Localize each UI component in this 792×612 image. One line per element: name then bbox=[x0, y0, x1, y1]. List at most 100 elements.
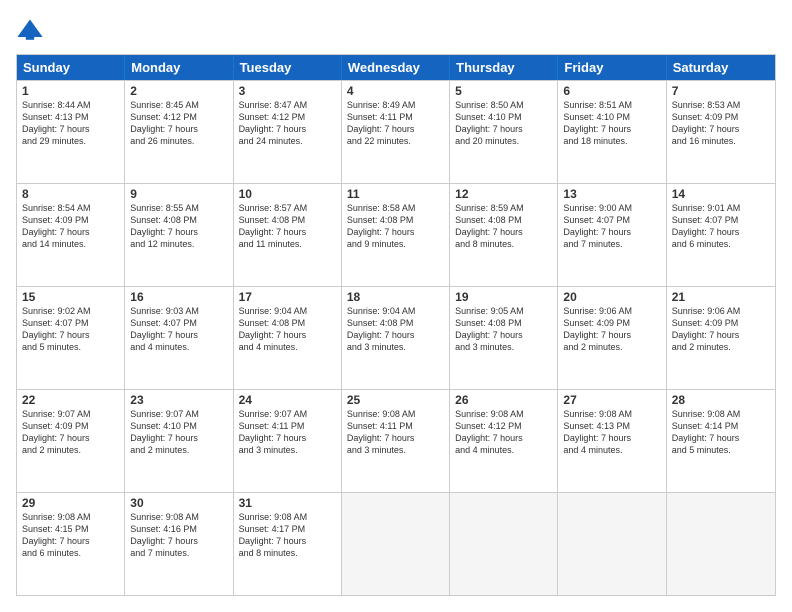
day-number: 2 bbox=[130, 84, 227, 98]
header bbox=[16, 16, 776, 44]
day-number: 31 bbox=[239, 496, 336, 510]
day-number: 12 bbox=[455, 187, 552, 201]
cal-cell: 27Sunrise: 9:08 AM Sunset: 4:13 PM Dayli… bbox=[558, 390, 666, 492]
cal-cell: 8Sunrise: 8:54 AM Sunset: 4:09 PM Daylig… bbox=[17, 184, 125, 286]
day-number: 24 bbox=[239, 393, 336, 407]
cell-info: Sunrise: 9:02 AM Sunset: 4:07 PM Dayligh… bbox=[22, 305, 119, 354]
logo-icon bbox=[16, 16, 44, 44]
cal-cell: 2Sunrise: 8:45 AM Sunset: 4:12 PM Daylig… bbox=[125, 81, 233, 183]
calendar: SundayMondayTuesdayWednesdayThursdayFrid… bbox=[16, 54, 776, 596]
cal-cell: 21Sunrise: 9:06 AM Sunset: 4:09 PM Dayli… bbox=[667, 287, 775, 389]
day-header-wednesday: Wednesday bbox=[342, 55, 450, 80]
day-number: 9 bbox=[130, 187, 227, 201]
cal-cell: 16Sunrise: 9:03 AM Sunset: 4:07 PM Dayli… bbox=[125, 287, 233, 389]
day-number: 21 bbox=[672, 290, 770, 304]
cell-info: Sunrise: 9:08 AM Sunset: 4:12 PM Dayligh… bbox=[455, 408, 552, 457]
cell-info: Sunrise: 8:53 AM Sunset: 4:09 PM Dayligh… bbox=[672, 99, 770, 148]
cal-cell: 11Sunrise: 8:58 AM Sunset: 4:08 PM Dayli… bbox=[342, 184, 450, 286]
cell-info: Sunrise: 9:08 AM Sunset: 4:16 PM Dayligh… bbox=[130, 511, 227, 560]
cell-info: Sunrise: 9:00 AM Sunset: 4:07 PM Dayligh… bbox=[563, 202, 660, 251]
cell-info: Sunrise: 9:04 AM Sunset: 4:08 PM Dayligh… bbox=[347, 305, 444, 354]
day-number: 23 bbox=[130, 393, 227, 407]
cal-cell: 10Sunrise: 8:57 AM Sunset: 4:08 PM Dayli… bbox=[234, 184, 342, 286]
cal-cell bbox=[667, 493, 775, 595]
cell-info: Sunrise: 9:06 AM Sunset: 4:09 PM Dayligh… bbox=[672, 305, 770, 354]
day-number: 6 bbox=[563, 84, 660, 98]
cal-cell: 17Sunrise: 9:04 AM Sunset: 4:08 PM Dayli… bbox=[234, 287, 342, 389]
calendar-header: SundayMondayTuesdayWednesdayThursdayFrid… bbox=[17, 55, 775, 80]
cell-info: Sunrise: 9:08 AM Sunset: 4:11 PM Dayligh… bbox=[347, 408, 444, 457]
cal-cell: 12Sunrise: 8:59 AM Sunset: 4:08 PM Dayli… bbox=[450, 184, 558, 286]
day-number: 3 bbox=[239, 84, 336, 98]
day-header-thursday: Thursday bbox=[450, 55, 558, 80]
day-number: 1 bbox=[22, 84, 119, 98]
cell-info: Sunrise: 9:08 AM Sunset: 4:15 PM Dayligh… bbox=[22, 511, 119, 560]
day-number: 27 bbox=[563, 393, 660, 407]
day-number: 18 bbox=[347, 290, 444, 304]
cal-cell: 28Sunrise: 9:08 AM Sunset: 4:14 PM Dayli… bbox=[667, 390, 775, 492]
cal-cell bbox=[450, 493, 558, 595]
day-number: 17 bbox=[239, 290, 336, 304]
cell-info: Sunrise: 8:50 AM Sunset: 4:10 PM Dayligh… bbox=[455, 99, 552, 148]
cal-cell: 24Sunrise: 9:07 AM Sunset: 4:11 PM Dayli… bbox=[234, 390, 342, 492]
week-row-3: 15Sunrise: 9:02 AM Sunset: 4:07 PM Dayli… bbox=[17, 286, 775, 389]
day-number: 10 bbox=[239, 187, 336, 201]
day-number: 25 bbox=[347, 393, 444, 407]
week-row-5: 29Sunrise: 9:08 AM Sunset: 4:15 PM Dayli… bbox=[17, 492, 775, 595]
cal-cell: 14Sunrise: 9:01 AM Sunset: 4:07 PM Dayli… bbox=[667, 184, 775, 286]
page: SundayMondayTuesdayWednesdayThursdayFrid… bbox=[0, 0, 792, 612]
cell-info: Sunrise: 8:58 AM Sunset: 4:08 PM Dayligh… bbox=[347, 202, 444, 251]
cal-cell bbox=[342, 493, 450, 595]
day-number: 26 bbox=[455, 393, 552, 407]
cal-cell: 23Sunrise: 9:07 AM Sunset: 4:10 PM Dayli… bbox=[125, 390, 233, 492]
cell-info: Sunrise: 9:04 AM Sunset: 4:08 PM Dayligh… bbox=[239, 305, 336, 354]
day-number: 22 bbox=[22, 393, 119, 407]
cal-cell: 3Sunrise: 8:47 AM Sunset: 4:12 PM Daylig… bbox=[234, 81, 342, 183]
cell-info: Sunrise: 8:57 AM Sunset: 4:08 PM Dayligh… bbox=[239, 202, 336, 251]
logo bbox=[16, 16, 48, 44]
cell-info: Sunrise: 8:45 AM Sunset: 4:12 PM Dayligh… bbox=[130, 99, 227, 148]
day-number: 5 bbox=[455, 84, 552, 98]
cell-info: Sunrise: 8:47 AM Sunset: 4:12 PM Dayligh… bbox=[239, 99, 336, 148]
cal-cell: 30Sunrise: 9:08 AM Sunset: 4:16 PM Dayli… bbox=[125, 493, 233, 595]
day-number: 30 bbox=[130, 496, 227, 510]
cell-info: Sunrise: 9:08 AM Sunset: 4:17 PM Dayligh… bbox=[239, 511, 336, 560]
cal-cell: 13Sunrise: 9:00 AM Sunset: 4:07 PM Dayli… bbox=[558, 184, 666, 286]
cell-info: Sunrise: 9:07 AM Sunset: 4:09 PM Dayligh… bbox=[22, 408, 119, 457]
cal-cell: 29Sunrise: 9:08 AM Sunset: 4:15 PM Dayli… bbox=[17, 493, 125, 595]
day-number: 8 bbox=[22, 187, 119, 201]
day-number: 16 bbox=[130, 290, 227, 304]
cell-info: Sunrise: 9:08 AM Sunset: 4:13 PM Dayligh… bbox=[563, 408, 660, 457]
cal-cell: 26Sunrise: 9:08 AM Sunset: 4:12 PM Dayli… bbox=[450, 390, 558, 492]
week-row-1: 1Sunrise: 8:44 AM Sunset: 4:13 PM Daylig… bbox=[17, 80, 775, 183]
day-number: 13 bbox=[563, 187, 660, 201]
cell-info: Sunrise: 8:54 AM Sunset: 4:09 PM Dayligh… bbox=[22, 202, 119, 251]
cal-cell: 15Sunrise: 9:02 AM Sunset: 4:07 PM Dayli… bbox=[17, 287, 125, 389]
day-header-monday: Monday bbox=[125, 55, 233, 80]
day-number: 29 bbox=[22, 496, 119, 510]
day-number: 11 bbox=[347, 187, 444, 201]
cell-info: Sunrise: 8:49 AM Sunset: 4:11 PM Dayligh… bbox=[347, 99, 444, 148]
cell-info: Sunrise: 8:44 AM Sunset: 4:13 PM Dayligh… bbox=[22, 99, 119, 148]
day-header-tuesday: Tuesday bbox=[234, 55, 342, 80]
day-number: 19 bbox=[455, 290, 552, 304]
cal-cell: 1Sunrise: 8:44 AM Sunset: 4:13 PM Daylig… bbox=[17, 81, 125, 183]
day-header-saturday: Saturday bbox=[667, 55, 775, 80]
cell-info: Sunrise: 9:08 AM Sunset: 4:14 PM Dayligh… bbox=[672, 408, 770, 457]
cal-cell: 19Sunrise: 9:05 AM Sunset: 4:08 PM Dayli… bbox=[450, 287, 558, 389]
day-number: 28 bbox=[672, 393, 770, 407]
cell-info: Sunrise: 8:51 AM Sunset: 4:10 PM Dayligh… bbox=[563, 99, 660, 148]
cell-info: Sunrise: 9:01 AM Sunset: 4:07 PM Dayligh… bbox=[672, 202, 770, 251]
cell-info: Sunrise: 9:06 AM Sunset: 4:09 PM Dayligh… bbox=[563, 305, 660, 354]
day-number: 7 bbox=[672, 84, 770, 98]
cell-info: Sunrise: 9:03 AM Sunset: 4:07 PM Dayligh… bbox=[130, 305, 227, 354]
cell-info: Sunrise: 9:07 AM Sunset: 4:10 PM Dayligh… bbox=[130, 408, 227, 457]
cal-cell: 18Sunrise: 9:04 AM Sunset: 4:08 PM Dayli… bbox=[342, 287, 450, 389]
cal-cell: 4Sunrise: 8:49 AM Sunset: 4:11 PM Daylig… bbox=[342, 81, 450, 183]
cal-cell: 7Sunrise: 8:53 AM Sunset: 4:09 PM Daylig… bbox=[667, 81, 775, 183]
cell-info: Sunrise: 8:55 AM Sunset: 4:08 PM Dayligh… bbox=[130, 202, 227, 251]
cell-info: Sunrise: 9:07 AM Sunset: 4:11 PM Dayligh… bbox=[239, 408, 336, 457]
cal-cell bbox=[558, 493, 666, 595]
day-number: 14 bbox=[672, 187, 770, 201]
day-number: 20 bbox=[563, 290, 660, 304]
